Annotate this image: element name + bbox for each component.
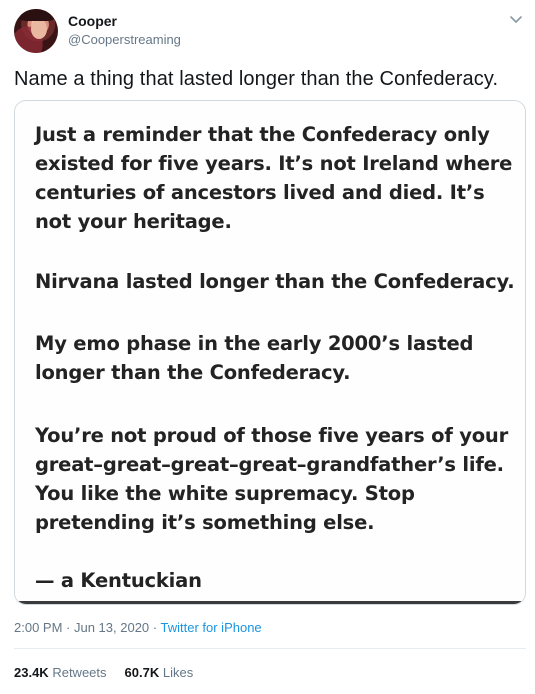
tweet: Cooper @Cooperstreaming Name a thing tha… xyxy=(0,0,535,694)
tweet-meta: 2:00 PM · Jun 13, 2020 · Twitter for iPh… xyxy=(14,620,262,635)
tweet-stats: 23.4K Retweets 60.7K Likes xyxy=(14,665,193,680)
tweet-media[interactable]: Just a reminder that the Confederacy onl… xyxy=(14,100,526,605)
media-paragraph-4: You’re not proud of those five years of … xyxy=(35,424,509,534)
avatar[interactable] xyxy=(14,9,58,53)
tweet-text: Name a thing that lasted longer than the… xyxy=(14,68,499,90)
chevron-down-icon[interactable] xyxy=(509,12,523,26)
media-paragraph-3: My emo phase in the early 2000’s lasted … xyxy=(35,332,474,384)
tweet-date[interactable]: Jun 13, 2020 xyxy=(74,620,149,635)
meta-separator: · xyxy=(62,620,74,635)
media-paragraph-1: Just a reminder that the Confederacy onl… xyxy=(35,123,513,233)
media-paragraph-5: — a Kentuckian xyxy=(35,569,202,592)
user-handle[interactable]: @Cooperstreaming xyxy=(68,32,181,47)
retweets-count: 23.4K xyxy=(14,665,49,680)
avatar-face xyxy=(31,19,47,39)
meta-separator: · xyxy=(149,620,161,635)
media-paragraph-2: Nirvana lasted longer than the Confedera… xyxy=(35,270,515,293)
likes-count: 60.7K xyxy=(124,665,160,680)
retweets-label: Retweets xyxy=(52,665,107,680)
tweet-time[interactable]: 2:00 PM xyxy=(14,620,62,635)
divider xyxy=(14,648,526,649)
user-name[interactable]: Cooper xyxy=(68,13,117,29)
likes-stat[interactable]: 60.7K Likes xyxy=(125,665,194,680)
retweets-stat[interactable]: 23.4K Retweets xyxy=(14,665,107,680)
tweet-source-link[interactable]: Twitter for iPhone xyxy=(161,620,262,635)
media-image: Just a reminder that the Confederacy onl… xyxy=(15,101,525,604)
likes-label: Likes xyxy=(162,665,194,680)
avatar-hat xyxy=(20,9,54,21)
